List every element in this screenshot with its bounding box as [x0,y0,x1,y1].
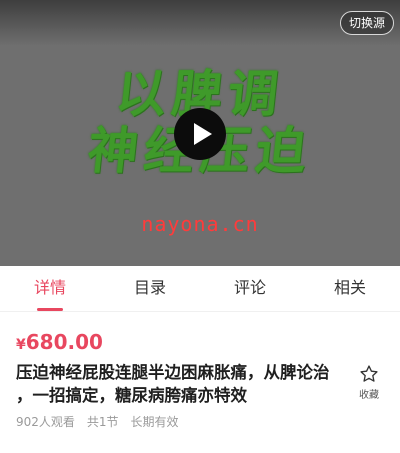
tab-details[interactable]: 详情 [0,266,100,311]
tab-related-label: 相关 [333,278,366,297]
play-icon [194,123,212,145]
star-outline-icon [360,365,378,382]
active-tab-indicator [37,308,63,311]
tab-related[interactable]: 相关 [300,266,400,311]
tab-details-label: 详情 [33,278,66,297]
tab-comments[interactable]: 评论 [200,266,300,311]
product-title: 压迫神经屁股连腿半边困麻胀痛，从脾论治 ，一招搞定，糖尿病胯痛亦特效 [16,363,330,405]
product-meta: 902人观看 共1节 长期有效 [16,414,179,430]
play-button[interactable] [174,108,226,160]
tab-catalog-label: 目录 [133,278,166,297]
watermark-text: nayona.cn [141,212,259,236]
product-info: ¥680.00 压迫神经屁股连腿半边困麻胀痛，从脾论治 ，一招搞定，糖尿病胯痛亦… [0,318,400,453]
validity: 长期有效 [130,415,179,429]
lesson-count: 共1节 [86,415,119,429]
video-player[interactable]: 切换源 以脾调 神经压迫 nayona.cn [0,0,400,266]
tab-catalog[interactable]: 目录 [100,266,200,311]
view-count: 902人观看 [16,415,75,429]
tab-comments-label: 评论 [233,278,266,297]
collect-button[interactable]: 收藏 [352,364,386,402]
collect-label: 收藏 [359,390,379,401]
currency-symbol: ¥ [16,337,26,353]
price: ¥680.00 [16,330,103,357]
tab-bar: 详情 目录 评论 相关 [0,266,400,312]
switch-source-button[interactable]: 切换源 [339,11,394,35]
price-value: 680.00 [25,330,103,354]
